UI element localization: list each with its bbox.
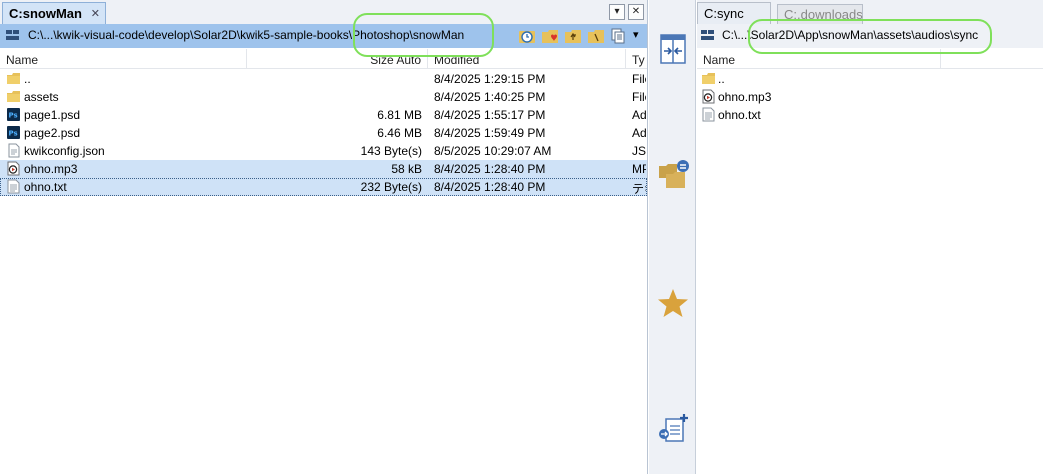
- file-name: page1.psd: [24, 108, 81, 122]
- file-size: 232 Byte(s): [360, 180, 422, 194]
- tab-label: C:sync: [704, 6, 744, 21]
- svg-text:Ps: Ps: [9, 130, 18, 138]
- star-icon[interactable]: [657, 287, 689, 319]
- file-type: File: [632, 90, 646, 104]
- file-type: JSC: [632, 144, 646, 158]
- list-item[interactable]: ohno.txt: [697, 106, 1043, 124]
- column-type[interactable]: Ty: [626, 49, 647, 69]
- text-file-icon: [6, 179, 21, 194]
- tab-close-icon[interactable]: ✕: [91, 7, 100, 20]
- column-modified[interactable]: Modified: [428, 49, 626, 69]
- tab-downloads[interactable]: C:.downloads: [777, 4, 863, 24]
- drive-icon: [6, 30, 19, 40]
- file-modified: 8/5/2025 10:29:07 AM: [434, 144, 552, 158]
- left-column-header: Name Size Auto Modified Ty: [0, 49, 647, 69]
- table-row[interactable]: ohno.mp3 58 kB 8/4/2025 1:28:40 PM MP: [0, 160, 647, 178]
- left-path-text[interactable]: C:\...\kwik-visual-code\develop\Solar2D\…: [28, 28, 464, 42]
- action-sidebar: [649, 0, 696, 474]
- file-type: File: [632, 72, 646, 86]
- file-type: Ad: [632, 126, 646, 140]
- file-type: MP: [632, 162, 646, 176]
- psd-file-icon: Ps: [6, 125, 21, 140]
- audio-file-icon: [6, 161, 21, 176]
- file-name: ..: [24, 72, 31, 86]
- right-tab-bar: C:sync C:.downloads: [697, 0, 1043, 24]
- json-file-icon: [6, 143, 21, 158]
- list-item[interactable]: ohno.mp3: [697, 88, 1043, 106]
- file-size: 58 kB: [391, 162, 422, 176]
- tab-label: C:snowMan: [9, 6, 82, 21]
- left-path-bar[interactable]: C:\...\kwik-visual-code\develop\Solar2D\…: [0, 24, 647, 48]
- file-modified: 8/4/2025 1:40:25 PM: [434, 90, 546, 104]
- file-name: kwikconfig.json: [24, 144, 105, 158]
- right-path-text[interactable]: C:\...\Solar2D\App\snowMan\assets\audios…: [722, 28, 978, 42]
- table-row[interactable]: assets 8/4/2025 1:40:25 PM File: [0, 88, 647, 106]
- column-size[interactable]: Size Auto: [247, 49, 428, 69]
- file-name: assets: [24, 90, 59, 104]
- file-modified: 8/4/2025 1:28:40 PM: [434, 162, 546, 176]
- history-icon[interactable]: [518, 27, 536, 45]
- column-name[interactable]: Name: [697, 49, 941, 69]
- file-modified: 8/4/2025 1:59:49 PM: [434, 126, 546, 140]
- file-name: ohno.mp3: [718, 90, 772, 104]
- file-name: ohno.txt: [24, 180, 67, 194]
- file-modified: 8/4/2025 1:55:17 PM: [434, 108, 546, 122]
- table-row[interactable]: Ps page1.psd 6.81 MB 8/4/2025 1:55:17 PM Ad: [0, 106, 647, 124]
- column-name[interactable]: Name: [0, 49, 247, 69]
- file-name: ohno.txt: [718, 108, 761, 122]
- sync-folders-icon[interactable]: [657, 158, 689, 190]
- pane-menu-button[interactable]: ▾: [609, 4, 625, 20]
- file-type: テキ: [632, 182, 646, 196]
- left-file-pane: C:snowMan ✕ ▾ ✕ C:\...\kwik-visual-code\…: [0, 0, 648, 474]
- file-name: ..: [718, 72, 725, 86]
- audio-file-icon: [701, 89, 716, 104]
- table-row[interactable]: kwikconfig.json 143 Byte(s) 8/5/2025 10:29…: [0, 142, 647, 160]
- compare-panes-icon[interactable]: [657, 33, 689, 65]
- favorite-folder-icon[interactable]: [541, 27, 559, 45]
- list-item[interactable]: ..: [697, 70, 1043, 88]
- right-column-header: Name: [697, 49, 1043, 69]
- right-file-pane: C:sync C:.downloads C:\...\Solar2D\App\s…: [697, 0, 1043, 474]
- table-row[interactable]: ohno.txt 232 Byte(s) 8/4/2025 1:28:40 PM テキ: [0, 178, 647, 196]
- file-modified: 8/4/2025 1:28:40 PM: [434, 180, 546, 194]
- file-type: Ad: [632, 108, 646, 122]
- file-size: 6.46 MB: [377, 126, 422, 140]
- parent-folder-icon[interactable]: [564, 27, 582, 45]
- pane-close-button[interactable]: ✕: [628, 4, 644, 20]
- toolbar-more-icon[interactable]: ▾: [633, 28, 639, 41]
- file-name: ohno.mp3: [24, 162, 78, 176]
- file-name: page2.psd: [24, 126, 81, 140]
- tab-sync[interactable]: C:sync: [697, 2, 771, 24]
- add-file-icon[interactable]: [657, 413, 689, 445]
- folder-icon: [6, 89, 21, 104]
- table-row[interactable]: Ps page2.psd 6.46 MB 8/4/2025 1:59:49 PM Ad: [0, 124, 647, 142]
- copy-path-icon[interactable]: [609, 27, 627, 45]
- svg-text:Ps: Ps: [9, 112, 18, 120]
- file-size: 143 Byte(s): [360, 144, 422, 158]
- table-row[interactable]: .. 8/4/2025 1:29:15 PM File: [0, 70, 647, 88]
- left-tab-bar: C:snowMan ✕ ▾ ✕: [0, 0, 647, 24]
- right-path-bar[interactable]: C:\...\Solar2D\App\snowMan\assets\audios…: [697, 24, 1043, 48]
- tab-snowman[interactable]: C:snowMan ✕: [2, 2, 106, 24]
- file-modified: 8/4/2025 1:29:15 PM: [434, 72, 546, 86]
- folder-up-icon: [701, 71, 716, 86]
- drive-icon: [701, 30, 714, 40]
- text-file-icon: [701, 107, 716, 122]
- root-folder-icon[interactable]: [587, 27, 605, 45]
- psd-file-icon: Ps: [6, 107, 21, 122]
- file-size: 6.81 MB: [377, 108, 422, 122]
- folder-up-icon: [6, 71, 21, 86]
